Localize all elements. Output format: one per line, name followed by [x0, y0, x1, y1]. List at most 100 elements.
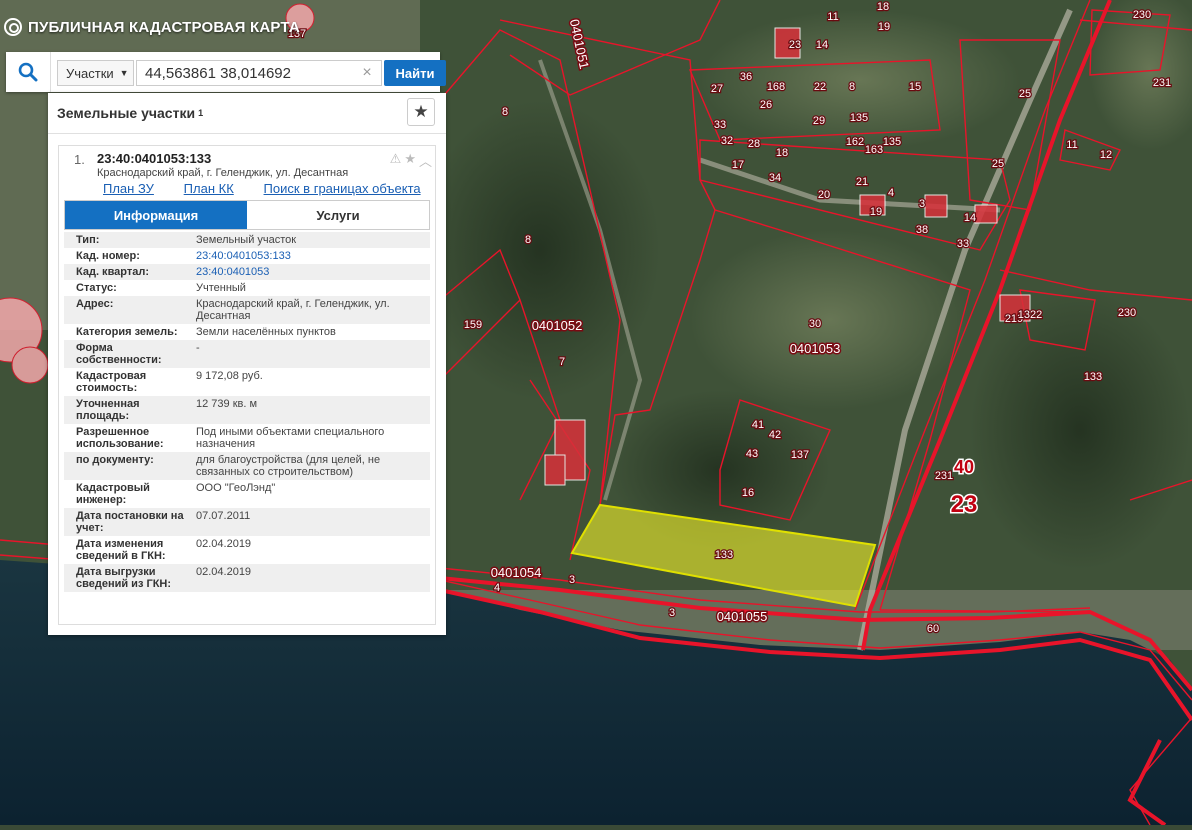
parcel-label: 133 [715, 549, 733, 561]
info-key: Адрес: [64, 296, 190, 324]
parcel-label: 231 [935, 470, 953, 482]
parcel-label: 30 [809, 318, 821, 330]
info-row: Категория земель: Земли населённых пункто… [64, 324, 430, 340]
parcel-label: 36 [740, 71, 752, 83]
parcel-label: 4 [888, 187, 894, 199]
info-value: 23:40:0401053:133 [190, 248, 430, 264]
parcel-label: 231 [1153, 77, 1171, 89]
clear-icon[interactable]: × [358, 63, 376, 83]
parcel-label: 8 [502, 106, 508, 118]
parcel-label: 29 [813, 115, 825, 127]
parcel-label: 4 [494, 582, 500, 594]
info-value-link[interactable]: 23:40:0401053 [196, 266, 269, 278]
parcel-label: 21 [856, 176, 868, 188]
district-label: 40 [954, 457, 974, 477]
info-row: Тип: Земельный участок [64, 232, 430, 248]
parcel-label: 38 [916, 224, 928, 236]
search-icon[interactable] [6, 52, 51, 92]
info-tabs: Информация Услуги [64, 200, 430, 230]
search-type-label: Участки [66, 65, 114, 81]
info-key: Тип: [64, 232, 190, 248]
info-value: для благоустройства (для целей, не связа… [190, 452, 430, 480]
chevron-up-icon[interactable]: ︿ [419, 151, 432, 170]
parcel-label: 11 [827, 11, 838, 23]
panel-header: Земельные участки 1 [48, 93, 446, 134]
info-row: Дата изменения сведений в ГКН: 02.04.2019 [64, 536, 430, 564]
parcel-label: 28 [748, 138, 760, 150]
parcel-label: 14 [964, 212, 976, 224]
parcel-label: 137 [791, 449, 809, 461]
info-row: по документу: для благоустройства (для це… [64, 452, 430, 480]
parcel-label: 17 [732, 159, 744, 171]
info-value: Учтенный [196, 282, 246, 294]
info-key: Статус: [76, 282, 117, 294]
parcel-label: 230 [1133, 9, 1151, 21]
parcel-label: 18 [776, 147, 788, 159]
search-input[interactable] [136, 60, 382, 86]
info-key: Разрешенное использование: [76, 426, 164, 450]
parcel-label: 23 [789, 39, 801, 51]
parcel-label: 19 [878, 21, 890, 33]
parcel-label: 18 [877, 1, 889, 13]
parcel-label: 135 [883, 136, 901, 148]
search-bar: Участки ▼ × Найти [6, 52, 446, 92]
clearing-patch [690, 230, 970, 410]
info-value: - [190, 340, 430, 368]
parcel-label: 60 [927, 623, 939, 635]
app-title[interactable]: ПУБЛИЧНАЯ КАДАСТРОВАЯ КАРТА [4, 14, 300, 40]
tab-information[interactable]: Информация [65, 201, 247, 229]
parcel-label: 20 [818, 189, 830, 201]
parcel-label: 27 [711, 83, 723, 95]
info-value-link[interactable]: 23:40:0401053:133 [196, 250, 291, 262]
vegetation-patch [420, 100, 660, 400]
info-value: Краснодарский край, г. Геленджик, ул. Де… [190, 296, 430, 324]
parcel-label: 3 [919, 198, 925, 210]
parcel-label: 25 [1019, 88, 1031, 100]
info-value: 07.07.2011 [190, 508, 430, 536]
quarter-label: 0401053 [790, 341, 841, 356]
result-card[interactable]: 1. 23:40:0401053:133 Краснодарский край,… [58, 145, 436, 625]
quarter-label: 0401055 [717, 609, 768, 624]
region-label: 23 [951, 491, 978, 518]
info-row: Форма собственности: - [64, 340, 430, 368]
quarter-label: 0401052 [532, 318, 583, 333]
info-row: Дата постановки на учет: 07.07.2011 [64, 508, 430, 536]
info-value: 9 172,08 руб. [196, 370, 263, 382]
warning-icon[interactable]: ⚠ [390, 151, 402, 170]
info-table: Тип: Земельный участок Кад. номер: 23:40:04… [64, 232, 430, 592]
panel-title: Земельные участки [57, 105, 196, 121]
parcel-label: 34 [769, 172, 781, 184]
info-value: 12 739 кв. м [190, 396, 430, 424]
app-title-text: ПУБЛИЧНАЯ КАДАСТРОВАЯ КАРТА [28, 18, 300, 36]
item-cadastral-number[interactable]: 23:40:0401053:133 [97, 151, 211, 166]
parcel-label: 8 [849, 81, 855, 93]
info-key: Кадастровая стоимость: [76, 370, 147, 394]
parcel-label: 33 [957, 238, 969, 250]
parcel-label: 22 [814, 81, 826, 93]
parcel-label: 3 [569, 574, 575, 586]
parcel-label: 14 [816, 39, 828, 51]
parcel-label: 16 [742, 487, 754, 499]
star-icon[interactable]: ★ [404, 151, 416, 170]
item-actions: ⚠ ★ ︿ [390, 151, 432, 170]
quarter-label: 0401054 [491, 565, 542, 580]
chevron-down-icon: ▼ [119, 68, 129, 78]
info-key: Кад. номер: [76, 250, 140, 262]
search-type-select[interactable]: Участки ▼ [57, 60, 134, 86]
parcel-label: 3 [669, 607, 675, 619]
info-key: Кад. квартал: [64, 264, 190, 280]
parcel-label: 1322 [1018, 309, 1042, 321]
info-row: Кад. квартал: 23:40:0401053 [64, 264, 430, 280]
info-row: Статус: Учтенный [64, 280, 430, 296]
info-row: Кад. номер: 23:40:0401053:133 [64, 248, 430, 264]
parcel-label: 159 [464, 319, 482, 331]
tab-services[interactable]: Услуги [247, 201, 429, 229]
info-key: Форма собственности: [64, 340, 190, 368]
favorites-star-icon[interactable]: ★ [407, 98, 435, 126]
find-button[interactable]: Найти [384, 60, 446, 86]
parcel-label: 19 [870, 206, 882, 218]
parcel-label: 33 [714, 119, 726, 131]
parcel-label: 43 [746, 448, 758, 460]
info-value: 02.04.2019 [190, 564, 430, 592]
info-key: Кадастровый инженер: [76, 482, 150, 506]
